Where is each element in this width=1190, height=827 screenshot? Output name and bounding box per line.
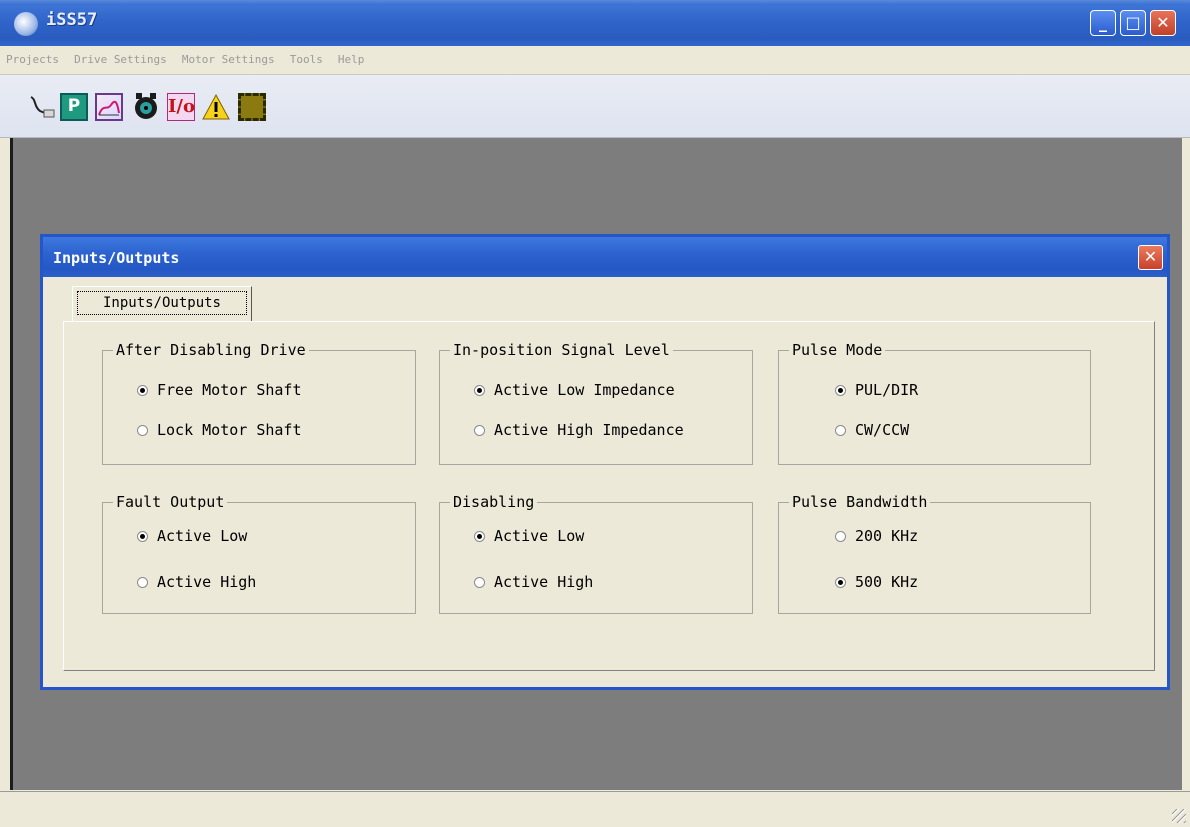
radio-fault-active-high[interactable]: Active High	[137, 573, 256, 591]
radio-selected-icon	[474, 385, 485, 396]
p-icon[interactable]: P	[60, 93, 88, 121]
radio-label: PUL/DIR	[855, 381, 919, 399]
group-pulse-bandwidth: Pulse Bandwidth 200 KHz 500 KHz	[778, 493, 1091, 614]
radio-label: Active Low	[157, 527, 248, 545]
group-pulse-mode: Pulse Mode PUL/DIR CW/CCW	[778, 341, 1091, 465]
dialog-close-button[interactable]: ✕	[1138, 245, 1163, 270]
minimize-button[interactable]: _	[1090, 10, 1116, 36]
radio-unselected-icon	[835, 531, 846, 542]
dialog-title: Inputs/Outputs	[53, 249, 180, 267]
motor-icon[interactable]	[132, 93, 160, 121]
radio-unselected-icon	[137, 577, 148, 588]
radio-pul-dir[interactable]: PUL/DIR	[835, 381, 918, 399]
radio-unselected-icon	[835, 425, 846, 436]
group-title: After Disabling Drive	[113, 341, 309, 359]
tab-panel: After Disabling Drive Free Motor Shaft L…	[63, 321, 1155, 671]
menu-motor-settings[interactable]: Motor Settings	[182, 46, 275, 74]
radio-label: CW/CCW	[855, 421, 910, 439]
radio-200-khz[interactable]: 200 KHz	[835, 527, 918, 545]
radio-label: Active Low	[494, 527, 585, 545]
group-title: Fault Output	[113, 493, 228, 511]
radio-disabling-active-high[interactable]: Active High	[474, 573, 593, 591]
status-bar	[0, 791, 1190, 827]
group-title: Pulse Bandwidth	[789, 493, 931, 511]
radio-selected-icon	[835, 385, 846, 396]
radio-cw-ccw[interactable]: CW/CCW	[835, 421, 909, 439]
radio-label: 500 KHz	[855, 573, 919, 591]
radio-selected-icon	[137, 531, 148, 542]
radio-label: Active High	[494, 573, 594, 591]
menu-help[interactable]: Help	[338, 46, 365, 74]
menubar: Projects Drive Settings Motor Settings T…	[0, 46, 1190, 75]
radio-unselected-icon	[474, 425, 485, 436]
toolbar: P I/o	[0, 75, 1190, 138]
radio-label: Active High Impedance	[494, 421, 684, 439]
radio-selected-icon	[474, 531, 485, 542]
menu-drive-settings[interactable]: Drive Settings	[74, 46, 167, 74]
radio-active-high-impedance[interactable]: Active High Impedance	[474, 421, 684, 439]
radio-label: 200 KHz	[855, 527, 919, 545]
dialog-titlebar[interactable]: Inputs/Outputs ✕	[43, 237, 1167, 277]
group-title: Pulse Mode	[789, 341, 886, 359]
tab-inputs-outputs[interactable]: Inputs/Outputs	[72, 286, 252, 321]
close-button[interactable]: ✕	[1150, 10, 1176, 36]
radio-label: Free Motor Shaft	[157, 381, 302, 399]
radio-active-low-impedance[interactable]: Active Low Impedance	[474, 381, 675, 399]
radio-unselected-icon	[474, 577, 485, 588]
radio-500-khz[interactable]: 500 KHz	[835, 573, 918, 591]
radio-lock-motor-shaft[interactable]: Lock Motor Shaft	[137, 421, 302, 439]
warning-icon[interactable]	[202, 93, 230, 121]
radio-selected-icon	[835, 577, 846, 588]
radio-disabling-active-low[interactable]: Active Low	[474, 527, 584, 545]
group-title: Disabling	[450, 493, 538, 511]
group-fault-output: Fault Output Active Low Active High	[102, 493, 416, 614]
group-title: In-position Signal Level	[450, 341, 673, 359]
menu-tools[interactable]: Tools	[290, 46, 323, 74]
radio-free-motor-shaft[interactable]: Free Motor Shaft	[137, 381, 302, 399]
group-after-disabling-drive: After Disabling Drive Free Motor Shaft L…	[102, 341, 416, 465]
io-icon[interactable]: I/o	[167, 93, 195, 121]
radio-fault-active-low[interactable]: Active Low	[137, 527, 247, 545]
radio-label: Active High	[157, 573, 257, 591]
cable-icon[interactable]	[28, 93, 56, 121]
tab-label: Inputs/Outputs	[77, 291, 247, 315]
inputs-outputs-dialog: Inputs/Outputs ✕ Inputs/Outputs After Di…	[40, 234, 1170, 690]
menu-projects[interactable]: Projects	[6, 46, 59, 74]
group-in-position-signal-level: In-position Signal Level Active Low Impe…	[439, 341, 753, 465]
chip-icon[interactable]	[238, 93, 266, 121]
radio-label: Active Low Impedance	[494, 381, 675, 399]
app-title: iSS57	[46, 10, 98, 30]
radio-selected-icon	[137, 385, 148, 396]
graph-icon[interactable]	[95, 93, 123, 121]
resize-grip[interactable]	[1172, 809, 1186, 823]
radio-unselected-icon	[137, 425, 148, 436]
radio-label: Lock Motor Shaft	[157, 421, 302, 439]
maximize-button[interactable]: □	[1120, 10, 1146, 36]
main-titlebar[interactable]: iSS57 _ □ ✕	[0, 0, 1190, 46]
app-icon	[14, 12, 38, 36]
group-disabling: Disabling Active Low Active High	[439, 493, 753, 614]
